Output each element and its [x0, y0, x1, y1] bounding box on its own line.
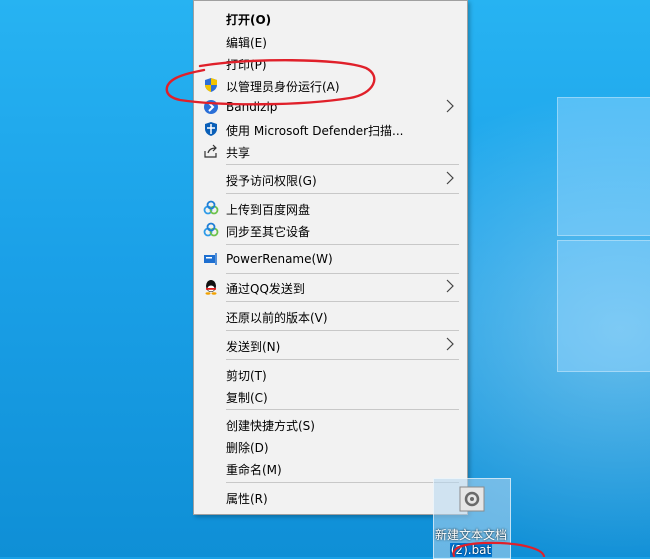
menu-separator [226, 330, 459, 331]
menu-separator [226, 193, 459, 194]
chevron-right-icon [446, 171, 454, 185]
menu-separator [226, 359, 459, 360]
menu-item-sync-devices[interactable]: 同步至其它设备 [194, 219, 467, 241]
menu-item-edit[interactable]: 编辑(E) [194, 30, 467, 52]
menu-item-cut[interactable]: 剪切(T) [194, 363, 467, 385]
menu-item-label: 属性(R) [226, 492, 268, 506]
menu-item-grant-access[interactable]: 授予访问权限(G) [194, 168, 467, 190]
menu-separator [226, 301, 459, 302]
menu-item-label: 发送到(N) [226, 340, 281, 354]
menu-separator [226, 409, 459, 410]
windows-logo-pane [557, 240, 650, 372]
menu-item-label: 删除(D) [226, 441, 269, 455]
menu-item-send-qq[interactable]: 通过QQ发送到 [194, 276, 467, 298]
powerrename-icon [204, 253, 217, 265]
menu-item-properties[interactable]: 属性(R) [194, 486, 467, 508]
menu-item-label: 重命名(M) [226, 463, 282, 477]
menu-item-delete[interactable]: 删除(D) [194, 435, 467, 457]
desktop-file-name: 新建文本文档 (2).bat [433, 528, 509, 558]
windows-logo-pane [557, 97, 650, 236]
context-menu: 打开(O) 编辑(E) 打印(P) 以管理员身份运行(A) Bandizip 使… [193, 0, 468, 515]
file-name-line2: (2).bat [449, 543, 493, 557]
menu-item-bandizip[interactable]: Bandizip [194, 96, 467, 118]
menu-item-label: 以管理员身份运行(A) [226, 80, 340, 94]
qq-icon [205, 280, 217, 295]
bandizip-icon [204, 100, 218, 114]
menu-item-label: 使用 Microsoft Defender扫描... [226, 124, 404, 138]
menu-item-label: 还原以前的版本(V) [226, 311, 328, 325]
menu-separator [226, 244, 459, 245]
menu-item-create-shortcut[interactable]: 创建快捷方式(S) [194, 413, 467, 435]
menu-item-share[interactable]: 共享 [194, 140, 467, 162]
menu-separator [226, 273, 459, 274]
menu-item-powerrename[interactable]: PowerRename(W) [194, 248, 467, 270]
menu-item-upload-baidu[interactable]: 上传到百度网盘 [194, 197, 467, 219]
baidu-netdisk-icon [203, 200, 219, 215]
menu-separator [226, 164, 459, 165]
menu-item-copy[interactable]: 复制(C) [194, 385, 467, 407]
chevron-right-icon [446, 99, 454, 113]
menu-item-label: 创建快捷方式(S) [226, 419, 315, 433]
uac-shield-icon [205, 78, 217, 92]
menu-item-open[interactable]: 打开(O) [194, 7, 467, 29]
chevron-right-icon [446, 337, 454, 351]
menu-item-label: 上传到百度网盘 [226, 203, 311, 217]
menu-item-label: 授予访问权限(G) [226, 174, 317, 188]
menu-item-label: PowerRename(W) [226, 252, 333, 266]
baidu-netdisk-icon [203, 222, 219, 237]
menu-item-label: Bandizip [226, 100, 278, 114]
menu-item-label: 剪切(T) [226, 369, 267, 383]
batch-file-icon [459, 486, 485, 512]
menu-item-label: 通过QQ发送到 [226, 282, 305, 296]
menu-item-label: 共享 [226, 146, 251, 160]
menu-item-label: 同步至其它设备 [226, 225, 311, 239]
file-name-line1: 新建文本文档 [434, 528, 507, 542]
menu-item-label: 复制(C) [226, 391, 268, 405]
menu-item-restore-versions[interactable]: 还原以前的版本(V) [194, 305, 467, 327]
chevron-right-icon [446, 279, 454, 293]
menu-item-send-to[interactable]: 发送到(N) [194, 334, 467, 356]
menu-item-rename[interactable]: 重命名(M) [194, 457, 467, 479]
menu-item-label: 打印(P) [226, 58, 267, 72]
menu-item-defender[interactable]: 使用 Microsoft Defender扫描... [194, 118, 467, 140]
menu-item-label: 编辑(E) [226, 36, 267, 50]
menu-separator [226, 482, 459, 483]
menu-item-run-as-admin[interactable]: 以管理员身份运行(A) [194, 74, 467, 96]
menu-item-label: 打开(O) [226, 13, 272, 27]
share-icon [204, 144, 217, 158]
menu-item-print[interactable]: 打印(P) [194, 52, 467, 74]
defender-icon [205, 122, 217, 136]
